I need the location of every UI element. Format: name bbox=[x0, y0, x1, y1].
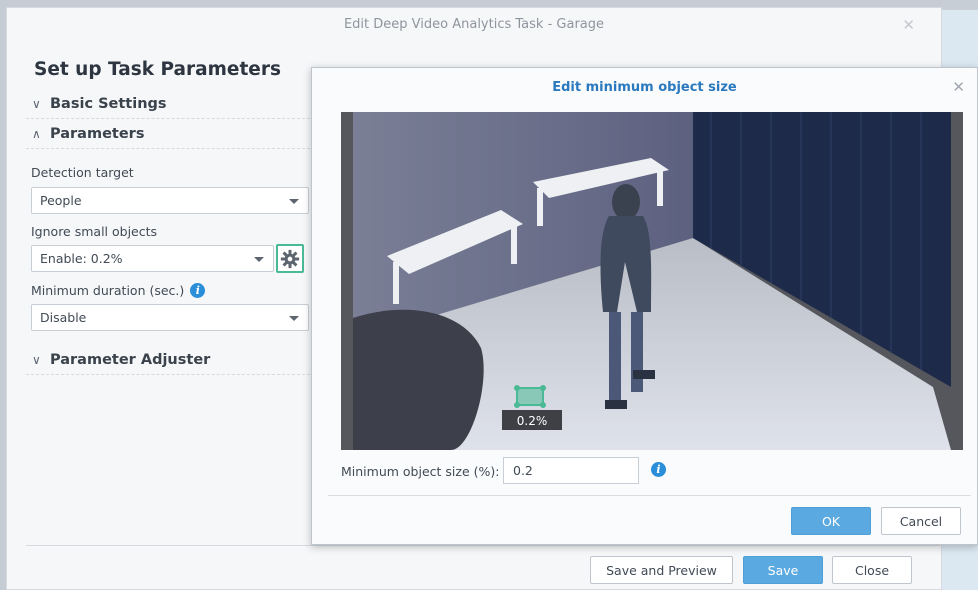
ok-button[interactable]: OK bbox=[791, 507, 871, 535]
accordion-label: Basic Settings bbox=[50, 95, 167, 112]
minimum-duration-label-row: Minimum duration (sec.) i bbox=[31, 283, 206, 298]
cancel-button[interactable]: Cancel bbox=[881, 507, 961, 535]
minimum-duration-select[interactable]: Disable bbox=[31, 304, 309, 331]
minimum-object-size-label: Minimum object size (%): bbox=[341, 464, 500, 479]
chevron-down-icon: ∨ bbox=[32, 96, 41, 111]
edit-object-size-button[interactable] bbox=[276, 244, 304, 273]
save-button[interactable]: Save bbox=[743, 556, 823, 584]
save-and-preview-button[interactable]: Save and Preview bbox=[590, 556, 733, 584]
info-icon[interactable]: i bbox=[651, 462, 666, 477]
gear-icon bbox=[280, 249, 300, 268]
close-button[interactable]: Close bbox=[832, 556, 912, 584]
accordion-parameters[interactable]: ∧ Parameters bbox=[26, 119, 310, 149]
minimum-object-size-input[interactable]: 0.2 bbox=[503, 457, 639, 484]
select-value: People bbox=[40, 193, 82, 208]
close-icon[interactable]: ✕ bbox=[952, 78, 965, 96]
footer-divider bbox=[26, 545, 940, 546]
accordion-label: Parameters bbox=[50, 125, 145, 142]
accordion-label: Parameter Adjuster bbox=[50, 351, 211, 368]
camera-snapshot: 0.2% bbox=[341, 112, 963, 450]
chevron-down-icon bbox=[254, 257, 264, 262]
info-icon[interactable]: i bbox=[190, 283, 206, 298]
detection-target-select[interactable]: People bbox=[31, 187, 309, 214]
object-size-overlay-label: 0.2% bbox=[517, 414, 548, 428]
window-title: Edit Deep Video Analytics Task - Garage bbox=[343, 17, 605, 32]
dialog-title: Edit minimum object size bbox=[552, 80, 737, 95]
minimum-duration-label: Minimum duration (sec.) bbox=[31, 283, 185, 298]
select-value: Disable bbox=[40, 310, 87, 325]
accordion-basic-settings[interactable]: ∨ Basic Settings bbox=[26, 89, 310, 119]
chevron-down-icon: ∨ bbox=[32, 352, 41, 367]
ignore-small-objects-select[interactable]: Enable: 0.2% bbox=[31, 245, 274, 272]
chevron-down-icon bbox=[289, 316, 299, 321]
dialog-divider bbox=[328, 495, 971, 496]
select-value: Enable: 0.2% bbox=[40, 251, 123, 266]
accordion-parameter-adjuster[interactable]: ∨ Parameter Adjuster bbox=[26, 345, 310, 375]
chevron-down-icon bbox=[289, 199, 299, 204]
close-icon[interactable]: ✕ bbox=[902, 16, 915, 34]
chevron-up-icon: ∧ bbox=[32, 126, 41, 141]
ignore-small-objects-label: Ignore small objects bbox=[31, 224, 158, 239]
minimum-object-size-dialog: Edit minimum object size ✕ 0.2% Minimum … bbox=[311, 67, 978, 545]
detection-target-label: Detection target bbox=[31, 165, 134, 180]
camera-preview[interactable]: 0.2% bbox=[341, 112, 963, 450]
page-title: Set up Task Parameters bbox=[34, 59, 281, 80]
